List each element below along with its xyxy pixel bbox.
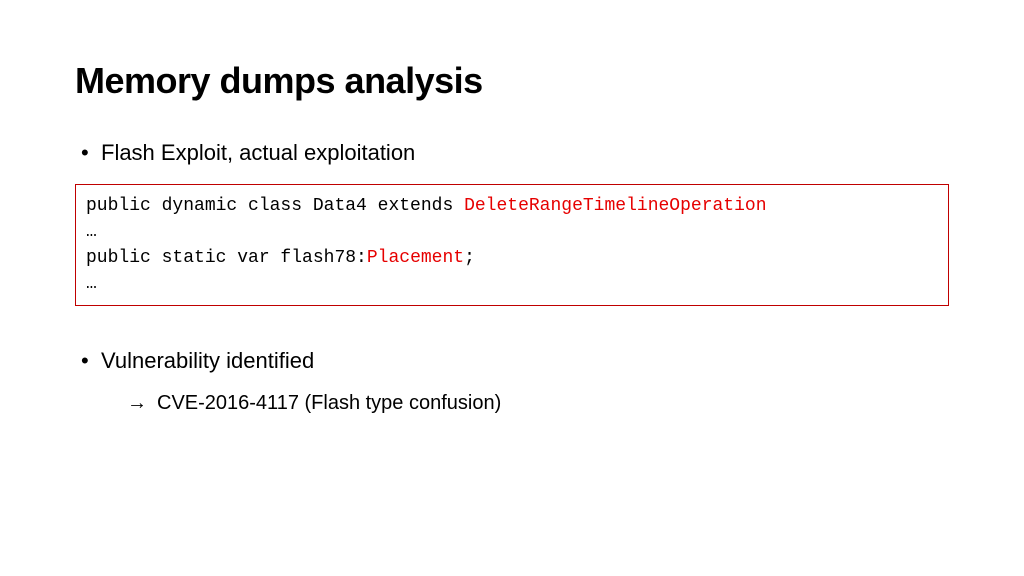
code-text: public static var flash78:	[86, 248, 367, 268]
code-highlight: Placement	[367, 248, 464, 268]
code-text: …	[86, 274, 97, 294]
slide: Memory dumps analysis • Flash Exploit, a…	[0, 0, 1024, 455]
code-block: public dynamic class Data4 extends Delet…	[75, 184, 949, 306]
code-text: ;	[464, 248, 475, 268]
bullet-item: • Vulnerability identified	[75, 348, 949, 374]
code-text: public dynamic class Data4 extends	[86, 196, 464, 216]
code-highlight: DeleteRangeTimelineOperation	[464, 196, 766, 216]
sub-bullet-text: CVE-2016-4117 (Flash type confusion)	[157, 392, 949, 415]
slide-title: Memory dumps analysis	[75, 60, 949, 102]
sub-bullet-item: → CVE-2016-4117 (Flash type confusion)	[75, 392, 949, 415]
bullet-item: • Flash Exploit, actual exploitation	[75, 140, 949, 166]
bullet-dot-icon: •	[75, 348, 101, 374]
code-text: …	[86, 222, 97, 242]
bullet-dot-icon: •	[75, 140, 101, 166]
bullet-text: Flash Exploit, actual exploitation	[101, 140, 949, 166]
bullet-text: Vulnerability identified	[101, 348, 949, 374]
arrow-icon: →	[127, 392, 157, 415]
